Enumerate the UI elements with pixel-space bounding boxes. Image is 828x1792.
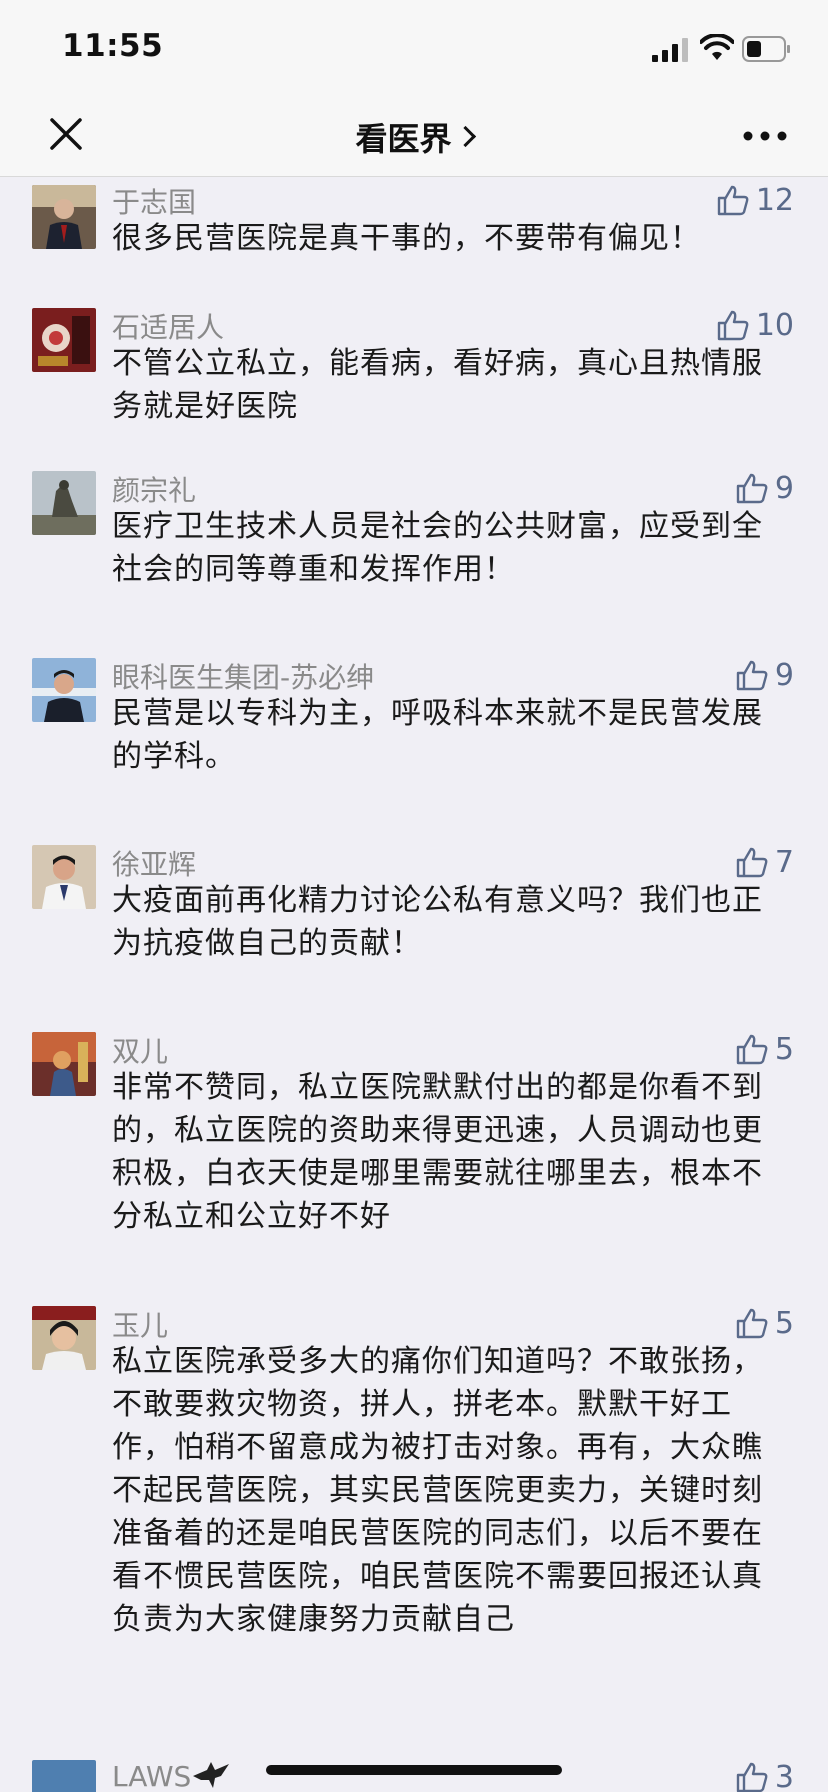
avatar[interactable] (32, 845, 96, 909)
status-bar: 11:55 (0, 0, 828, 100)
like-count: 3 (774, 1759, 794, 1792)
thumbs-up-icon (717, 310, 749, 341)
comment-author[interactable]: 石适居人 (112, 306, 224, 346)
thumbs-up-icon (736, 847, 768, 878)
comment-author[interactable]: 双儿 (112, 1030, 168, 1070)
eagle-icon (193, 1762, 230, 1788)
like-count: 7 (774, 844, 794, 880)
thumbs-up-icon (736, 1762, 768, 1792)
comment-text: 私立医院承受多大的痛你们知道吗？不敢张扬，不敢要救灾物资，拼人，拼老本。默默干好… (112, 1344, 763, 1637)
like-count: 12 (755, 182, 794, 218)
thumbs-up-icon (736, 1034, 768, 1065)
like-button[interactable]: 9 (735, 656, 794, 694)
comment-text: 不管公立私立，能看病，看好病，真心且热情服务就是好医院 (112, 346, 763, 424)
like-count: 9 (774, 470, 794, 506)
wifi-icon (700, 34, 734, 60)
comment-text: 大疫面前再化精力讨论公私有意义吗？我们也正为抗疫做自己的贡献！ (112, 883, 763, 961)
home-indicator[interactable] (266, 1765, 562, 1775)
like-count: 5 (774, 1031, 794, 1067)
thumbs-up-icon (736, 1308, 768, 1339)
comment-list: 于志国 12 很多民营医院是真干事的，不要带有偏见！ 石适居人 10 不管公立私… (0, 177, 828, 1792)
avatar[interactable] (32, 1760, 96, 1792)
comment-author[interactable]: 徐亚辉 (112, 843, 196, 883)
like-button[interactable]: 5 (735, 1304, 794, 1342)
cellular-signal-icon (652, 38, 688, 62)
comment-author[interactable]: 于志国 (112, 181, 196, 221)
avatar[interactable] (32, 658, 96, 722)
comment-author-name: LAWS (112, 1760, 192, 1792)
like-button[interactable]: 5 (735, 1030, 794, 1068)
avatar[interactable] (32, 1032, 96, 1096)
page-title-label: 看医界 (355, 120, 452, 158)
comment-text: 很多民营医院是真干事的，不要带有偏见！ (112, 221, 701, 256)
more-options-button[interactable] (742, 128, 788, 144)
avatar[interactable] (32, 1306, 96, 1370)
comment-author[interactable]: 颜宗礼 (112, 469, 196, 509)
like-button[interactable]: 9 (735, 469, 794, 507)
comment-text: 非常不赞同，私立医院默默付出的都是你看不到的，私立医院的资助来得更迅速，人员调动… (112, 1070, 763, 1234)
thumbs-up-icon (717, 185, 749, 216)
nav-bar: 看医界 (0, 100, 828, 177)
comment-author[interactable]: 玉儿 (112, 1304, 168, 1344)
battery-icon (742, 36, 790, 62)
avatar[interactable] (32, 308, 96, 372)
comment-text: 民营是以专科为主，呼吸科本来就不是民营发展的学科。 (112, 696, 763, 774)
like-button[interactable]: 3 (735, 1758, 794, 1792)
like-count: 9 (774, 657, 794, 693)
like-button[interactable]: 10 (716, 306, 794, 344)
like-count: 10 (755, 307, 794, 343)
page-title[interactable]: 看医界 (0, 114, 828, 160)
status-time: 11:55 (62, 28, 164, 64)
thumbs-up-icon (736, 473, 768, 504)
chevron-right-icon (454, 125, 476, 148)
comment-author[interactable]: LAWS (112, 1758, 231, 1792)
like-button[interactable]: 12 (716, 181, 794, 219)
avatar[interactable] (32, 185, 96, 249)
comment-text: 医疗卫生技术人员是社会的公共财富，应受到全社会的同等尊重和发挥作用！ (112, 509, 763, 587)
thumbs-up-icon (736, 660, 768, 691)
comment-author[interactable]: 眼科医生集团-苏必绅 (112, 656, 374, 696)
like-button[interactable]: 7 (735, 843, 794, 881)
like-count: 5 (774, 1305, 794, 1341)
avatar[interactable] (32, 471, 96, 535)
